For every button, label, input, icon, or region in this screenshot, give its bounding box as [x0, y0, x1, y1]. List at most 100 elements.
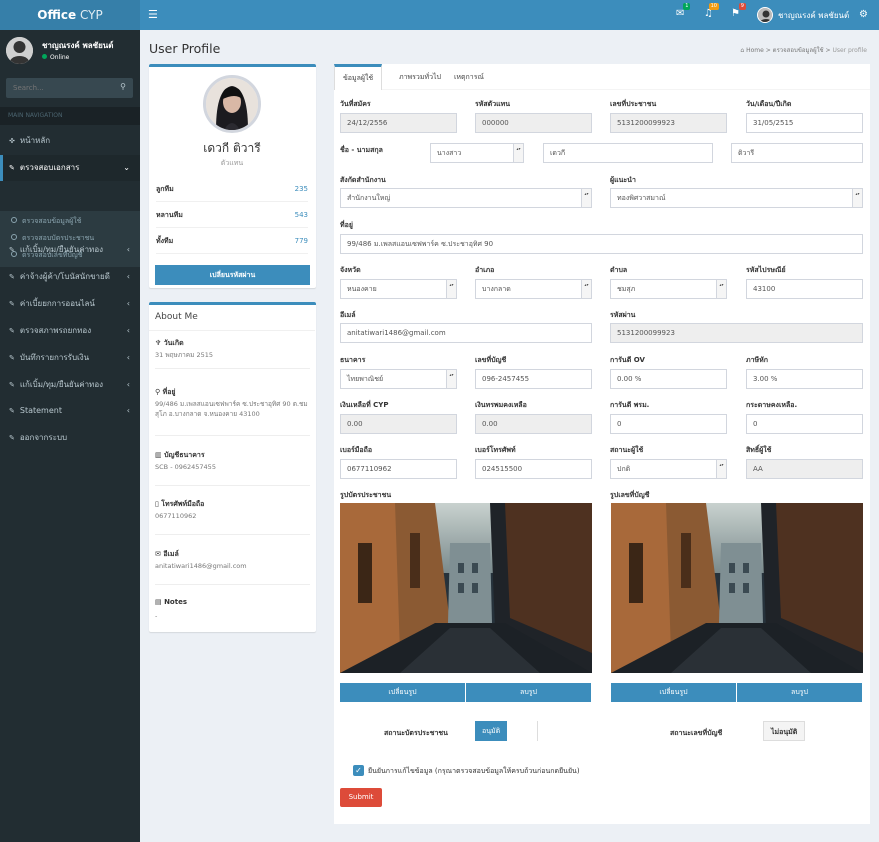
pm-guarantee-field[interactable]: 0	[610, 414, 727, 434]
breadcrumb-mid[interactable]: ตรวจสอบข้อมูลผู้ใช้	[773, 47, 824, 54]
flag-icon[interactable]: ⚑ 9	[731, 3, 746, 19]
introducer-select[interactable]: ทองพิศวาสมาณ์	[610, 188, 863, 208]
sidebar-item-label: หน้าหลัก	[19, 136, 51, 145]
sidebar-item-7[interactable]: ✎ บันทึกรายการรับเงิน ‹	[0, 345, 140, 371]
name-label: ชื่อ - นามสกุล	[340, 146, 383, 154]
ov-guarantee-field[interactable]: 0.00 %	[610, 369, 727, 389]
search-icon[interactable]: ⚲	[120, 82, 126, 91]
id-status-approved-button[interactable]: อนุมัติ	[475, 721, 508, 741]
sidebar-toggle-icon[interactable]: ☰	[148, 8, 158, 21]
sidebar-item-home[interactable]: ✜ หน้าหลัก	[0, 128, 140, 154]
sidebar-item-label: Statement	[19, 406, 62, 415]
last-name-field[interactable]: ติวารี	[731, 143, 863, 163]
password-field[interactable]: 5131200099923	[610, 323, 863, 343]
user-status-select[interactable]: ปกติ	[610, 459, 727, 479]
subdistrict-select[interactable]: ชมสุภ	[610, 279, 727, 299]
change-password-button[interactable]: เปลี่ยนรหัสผ่าน	[155, 265, 310, 285]
shop-balance-field[interactable]: 0.00	[475, 414, 592, 434]
province-select[interactable]: หนองคาย	[340, 279, 457, 299]
phone-field[interactable]: 024515500	[475, 459, 592, 479]
first-name-field[interactable]: เดวกี	[543, 143, 713, 163]
change-id-photo-button[interactable]: เปลี่ยนรูป	[340, 683, 466, 702]
delete-id-photo-button[interactable]: ลบรูป	[466, 683, 592, 702]
divider	[155, 368, 310, 369]
user-menu[interactable]: ชาญณรงค์ พลชัยนต์	[757, 7, 849, 23]
stat-value[interactable]: 779	[295, 229, 308, 254]
bank-value: SCB - 0962457455	[155, 463, 216, 471]
home-icon: ⌂	[740, 47, 745, 54]
sidebar-item-label: แก้เบิ้ม/ทุม/ยืนยันค่าทอง	[19, 380, 104, 389]
divider	[155, 584, 310, 585]
bank-photo-label: รูปเลขที่บัญชี	[610, 491, 650, 499]
sidebar-item-logout[interactable]: ✎ ออกจากระบบ	[0, 425, 140, 451]
cyp-balance-field[interactable]: 0.00	[340, 414, 457, 434]
gears-icon[interactable]: ⚙	[859, 9, 868, 20]
stat-value[interactable]: 235	[295, 177, 308, 202]
submit-button[interactable]: Submit	[340, 788, 382, 807]
submenu-item-user-info[interactable]: ตรวจสอบข้อมูลผู้ใช้	[11, 216, 81, 227]
search-input[interactable]	[6, 78, 106, 98]
change-bank-photo-button[interactable]: เปลี่ยนรูป	[611, 683, 737, 702]
mobile-value: 0677110962	[155, 512, 197, 520]
chevron-left-icon: ‹	[126, 353, 130, 362]
bank-select[interactable]: ไทยพาณิชย์	[340, 369, 457, 389]
sidebar-item-statement[interactable]: ✎ Statement ‹	[0, 398, 140, 424]
paper-balance-field[interactable]: 0	[746, 414, 863, 434]
sidebar-item-6[interactable]: ✎ ตรวจสภาพรถยกทอง ‹	[0, 318, 140, 344]
district-select[interactable]: บางกลาด	[475, 279, 592, 299]
sidebar-user-name: ชาญณรงค์ พลชัยนต์	[42, 41, 114, 50]
bell-icon[interactable]: ♫ 10	[704, 3, 719, 19]
profile-position: ตัวแทน	[220, 159, 244, 167]
user-rights-field[interactable]: AA	[746, 459, 863, 479]
postcode-field[interactable]: 43100	[746, 279, 863, 299]
circle-icon	[11, 217, 17, 223]
address-field[interactable]: 99/486 ม.เพลสแอนเซฟพาร์ค ซ.ประชาอุทิศ 90	[340, 234, 863, 254]
divider	[537, 721, 538, 741]
tab-events[interactable]: เหตุการณ์	[446, 64, 492, 90]
tab-user-info[interactable]: ข้อมูลผู้ใช้	[334, 64, 383, 90]
divider	[155, 435, 310, 436]
sidebar-item-4[interactable]: ✎ ค่าจ้างผู้ค้า/โบนัสนักขายดี ‹	[0, 264, 140, 290]
edit-icon: ✎	[9, 327, 15, 335]
mobile-field[interactable]: 0677110962	[340, 459, 457, 479]
breadcrumb-home[interactable]: Home	[746, 47, 764, 54]
tax-field[interactable]: 3.00 %	[746, 369, 863, 389]
mail-icon[interactable]: ✉ 1	[676, 3, 691, 19]
bank-status-rejected-button[interactable]: ไม่อนุมัติ	[763, 721, 806, 741]
ov-guarantee-label: การันตี OV	[610, 356, 645, 364]
submenu-item-label: ตรวจสอบข้อมูลผู้ใช้	[22, 217, 82, 225]
id-card-field[interactable]: 5131200099923	[610, 113, 727, 133]
search-box: ⚲	[6, 78, 133, 98]
stat-row: หลานทีม 543	[156, 203, 308, 228]
account-no-field[interactable]: 096-2457455	[475, 369, 592, 389]
office-select[interactable]: สำนักงานใหญ่	[340, 188, 592, 208]
tab-overview[interactable]: ภาพรวมทั่วไป	[391, 64, 449, 90]
chevron-left-icon: ‹	[126, 245, 130, 254]
sidebar-item-check-docs[interactable]: ✎ ตรวจสอบเอกสาร ⌄	[0, 155, 140, 181]
dob-field[interactable]: 31/05/2515	[746, 113, 863, 133]
avatar	[6, 37, 33, 64]
bank-icon: ▥	[155, 451, 162, 459]
id-card-photo	[340, 503, 592, 673]
prefix-select[interactable]: นางสาว	[430, 143, 524, 163]
app-logo[interactable]: Office CYP	[0, 0, 140, 30]
edit-icon: ✎	[9, 300, 15, 308]
sidebar-item-label: ตรวจสภาพรถยกทอง	[19, 326, 92, 335]
pm-guarantee-label: การันตี พรม.	[610, 401, 650, 409]
stat-value[interactable]: 543	[295, 203, 308, 228]
sidebar-item-5[interactable]: ✎ ค่าเบี้ยยกการออนไลน์ ‹	[0, 291, 140, 317]
sidebar-item-8[interactable]: ✎ แก้เบิ้ม/ทุม/ยืนยันค่าทอง ‹	[0, 372, 140, 398]
about-card: About Me ♆ วันเกิด 31 พฤษภาคม 2515 ⚲ ที่…	[149, 302, 316, 632]
delete-bank-photo-button[interactable]: ลบรูป	[737, 683, 863, 702]
notes-label-text: Notes	[164, 598, 187, 606]
edit-icon: ✎	[9, 381, 15, 389]
sidebar-item-3[interactable]: ✎ แก้เบิ้ม/ทุม/ยืนยันค่าทอง ‹	[0, 237, 140, 263]
email-field[interactable]: anitatiwari1486@gmail.com	[340, 323, 592, 343]
reg-date-field[interactable]: 24/12/2556	[340, 113, 457, 133]
email-value: anitatiwari1486@gmail.com	[155, 562, 247, 570]
agent-code-field[interactable]: 000000	[475, 113, 592, 133]
confirm-checkbox[interactable]: ✓	[353, 765, 364, 776]
sidebar-item-label: แก้เบิ้ม/ทุม/ยืนยันค่าทอง	[19, 245, 104, 254]
phone-label: เบอร์โทรศัพท์	[475, 446, 516, 454]
tab-bar: ข้อมูลผู้ใช้ ภาพรวมทั่วไป เหตุการณ์	[334, 64, 870, 90]
